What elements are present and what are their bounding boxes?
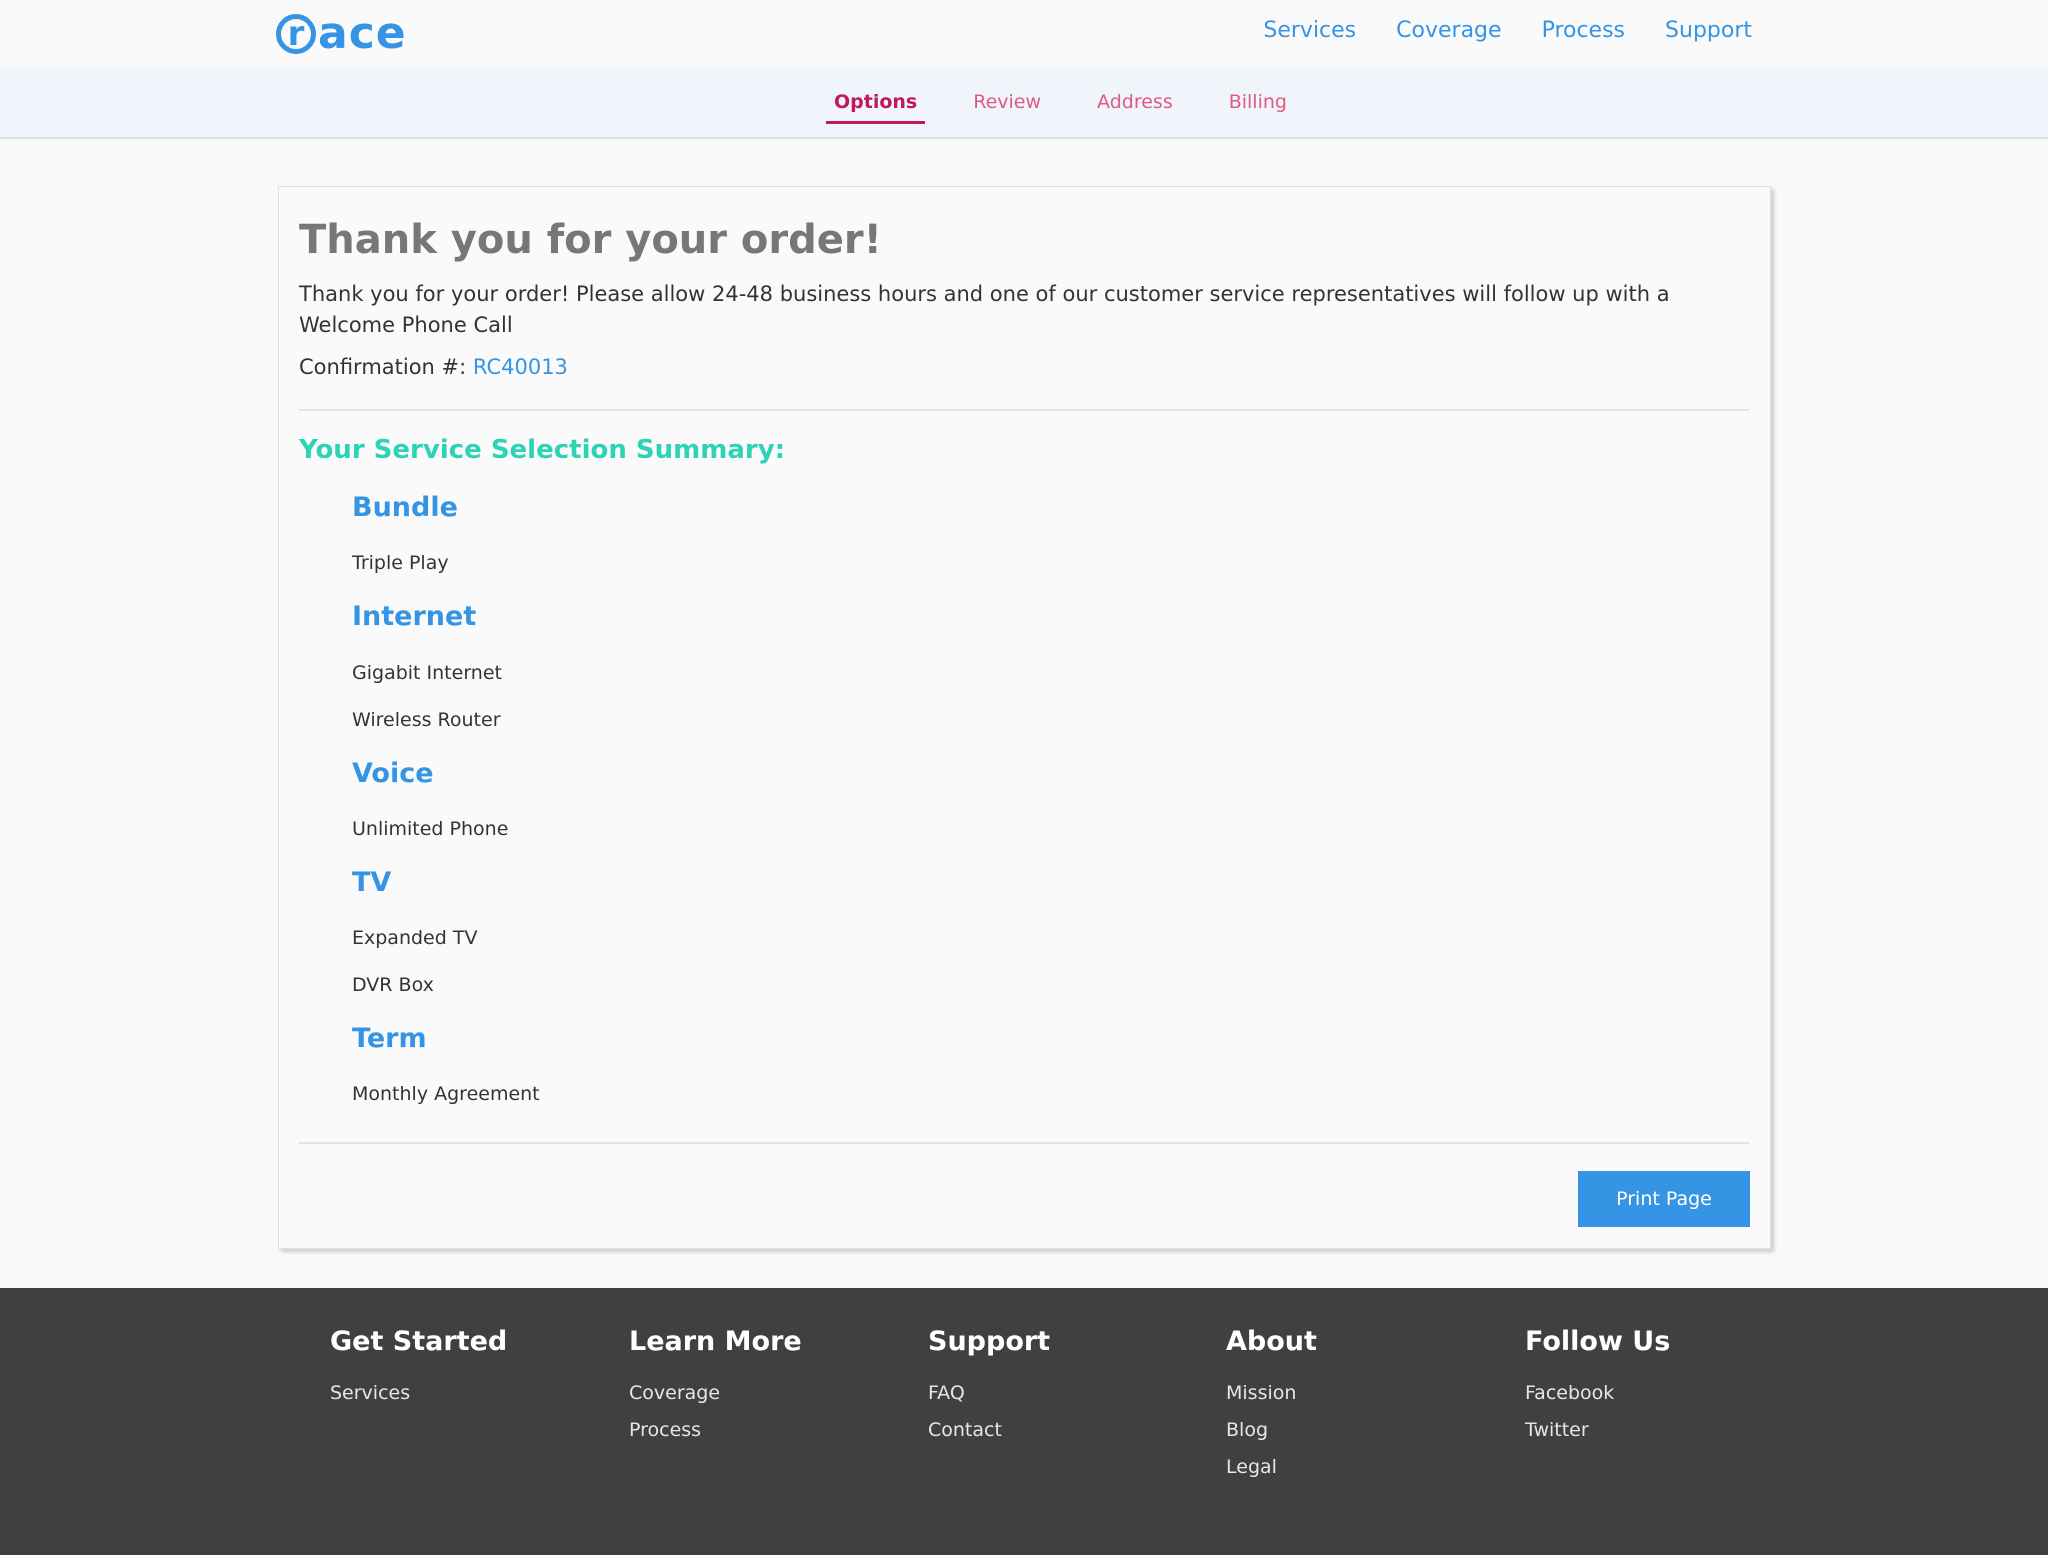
site-footer: Get Started Services Learn More Coverage… <box>0 1288 2048 1555</box>
category-tv-item: DVR Box <box>352 974 434 996</box>
page-title: Thank you for your order! <box>299 217 882 263</box>
footer-heading: Get Started <box>330 1326 508 1357</box>
confirmation-line: Confirmation #: RC40013 <box>299 355 568 379</box>
logo[interactable]: r ace <box>276 10 407 58</box>
logo-text: ace <box>318 8 407 59</box>
footer-link-legal[interactable]: Legal <box>1226 1449 1317 1486</box>
category-term-heading: Term <box>352 1023 427 1054</box>
footer-link-facebook[interactable]: Facebook <box>1525 1375 1670 1412</box>
step-bar: Options Review Address Billing <box>0 67 2048 139</box>
footer-column-get-started: Get Started Services <box>330 1326 507 1412</box>
category-voice-heading: Voice <box>352 758 434 789</box>
category-voice-item: Unlimited Phone <box>352 818 509 840</box>
category-bundle-item: Triple Play <box>352 552 449 574</box>
category-bundle-heading: Bundle <box>352 492 458 523</box>
logo-mark: r <box>276 14 316 54</box>
footer-heading: Follow Us <box>1525 1326 1671 1357</box>
footer-link-coverage[interactable]: Coverage <box>629 1375 802 1412</box>
footer-heading: Learn More <box>629 1326 802 1357</box>
step-tabs: Options Review Address Billing <box>826 91 1295 124</box>
footer-link-mission[interactable]: Mission <box>1226 1375 1317 1412</box>
category-internet-item: Wireless Router <box>352 709 501 731</box>
confirmation-label: Confirmation #: <box>299 355 467 379</box>
footer-link-twitter[interactable]: Twitter <box>1525 1412 1670 1449</box>
footer-column-about: About Mission Blog Legal <box>1226 1326 1317 1486</box>
category-tv-heading: TV <box>352 867 392 898</box>
confirmation-number: RC40013 <box>472 355 568 379</box>
top-header: r ace Services Coverage Process Support <box>0 0 2048 67</box>
order-message: Thank you for your order! Please allow 2… <box>299 282 1670 337</box>
footer-link-blog[interactable]: Blog <box>1226 1412 1317 1449</box>
footer-heading: About <box>1226 1326 1317 1357</box>
tab-review[interactable]: Review <box>965 91 1049 124</box>
footer-link-services[interactable]: Services <box>330 1375 507 1412</box>
order-confirmation-card: Thank you for your order! Thank you for … <box>278 186 1771 1249</box>
divider <box>299 409 1749 411</box>
footer-link-process[interactable]: Process <box>629 1412 802 1449</box>
footer-column-follow-us: Follow Us Facebook Twitter <box>1525 1326 1670 1449</box>
divider <box>299 1142 1749 1144</box>
tab-address[interactable]: Address <box>1089 91 1181 124</box>
nav-coverage-link[interactable]: Coverage <box>1396 18 1501 43</box>
category-internet-item: Gigabit Internet <box>352 662 502 684</box>
summary-heading: Your Service Selection Summary: <box>299 435 786 465</box>
tab-options[interactable]: Options <box>826 91 926 124</box>
nav-services-link[interactable]: Services <box>1263 18 1356 43</box>
main-nav: Services Coverage Process Support <box>1263 18 1752 43</box>
nav-process-link[interactable]: Process <box>1542 18 1625 43</box>
footer-link-faq[interactable]: FAQ <box>928 1375 1050 1412</box>
category-internet-heading: Internet <box>352 601 477 632</box>
category-tv-item: Expanded TV <box>352 927 478 949</box>
nav-support-link[interactable]: Support <box>1665 18 1752 43</box>
tab-billing[interactable]: Billing <box>1221 91 1295 124</box>
footer-column-learn-more: Learn More Coverage Process <box>629 1326 802 1449</box>
footer-link-contact[interactable]: Contact <box>928 1412 1050 1449</box>
footer-heading: Support <box>928 1326 1051 1357</box>
category-term-item: Monthly Agreement <box>352 1083 540 1105</box>
print-page-button[interactable]: Print Page <box>1578 1171 1750 1227</box>
footer-column-support: Support FAQ Contact <box>928 1326 1050 1449</box>
